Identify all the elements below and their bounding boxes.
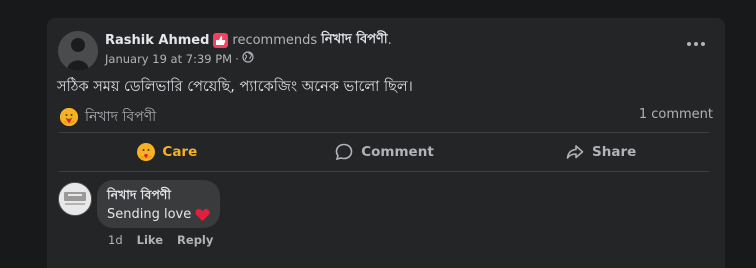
comment-reply-button[interactable]: Reply: [177, 233, 213, 247]
share-icon: [566, 145, 584, 159]
meta-separator: ·: [235, 51, 239, 66]
actions-top-divider: [59, 132, 709, 133]
comment-button[interactable]: Comment: [276, 134, 493, 170]
actions-bottom-divider: [59, 171, 709, 172]
share-label: Share: [592, 144, 637, 160]
heart-icon: [195, 208, 210, 221]
comment-text-row: Sending love: [107, 207, 210, 222]
globe-icon: [242, 51, 254, 66]
recommended-page-name[interactable]: নিখাদ বিপণী: [321, 30, 388, 51]
more-dot-icon: [694, 42, 698, 46]
post-card: Rashik Ahmed recommends নিখাদ বিপণী. Jan…: [47, 18, 725, 268]
share-button[interactable]: Share: [492, 134, 709, 170]
comment-text: Sending love: [107, 207, 192, 222]
comment-actions: 1d Like Reply: [108, 233, 213, 247]
commenter-logo-icon: [59, 183, 91, 215]
comment-count[interactable]: 1 comment: [639, 107, 713, 122]
comment-icon: [335, 143, 353, 161]
post-actions: Care Comment Share: [59, 134, 709, 170]
post-text: সঠিক সময় ডেলিভারি পেয়েছি, প্যাকেজিং অন…: [57, 79, 413, 95]
post-date[interactable]: January 19 at 7:39 PM: [105, 52, 232, 66]
more-options-button[interactable]: [687, 40, 707, 48]
author-avatar-image: [58, 31, 98, 71]
comment-label: Comment: [361, 144, 434, 160]
author-name[interactable]: Rashik Ahmed: [105, 33, 209, 48]
care-icon: [137, 143, 156, 161]
care-button[interactable]: Care: [59, 134, 276, 170]
more-dot-icon: [687, 42, 691, 46]
author-avatar[interactable]: [58, 31, 98, 71]
care-label: Care: [162, 144, 198, 160]
comment-author[interactable]: নিখাদ বিপণী: [107, 187, 171, 207]
post-meta: January 19 at 7:39 PM ·: [105, 51, 254, 66]
more-dot-icon: [701, 42, 705, 46]
post-header: Rashik Ahmed recommends নিখাদ বিপণী.: [105, 30, 392, 51]
recommends-label: recommends: [232, 33, 318, 48]
care-emoji-icon: [59, 107, 79, 127]
comment-time[interactable]: 1d: [108, 233, 123, 247]
page-name-suffix: .: [387, 33, 392, 48]
comment-like-button[interactable]: Like: [137, 233, 163, 247]
recommend-icon: [213, 33, 229, 48]
reaction-summary[interactable]: নিখাদ বিপণী: [59, 105, 156, 129]
comment-bubble: নিখাদ বিপণী Sending love: [97, 180, 220, 228]
reaction-page-name: নিখাদ বিপণী: [85, 109, 157, 125]
commenter-avatar[interactable]: [58, 182, 92, 216]
